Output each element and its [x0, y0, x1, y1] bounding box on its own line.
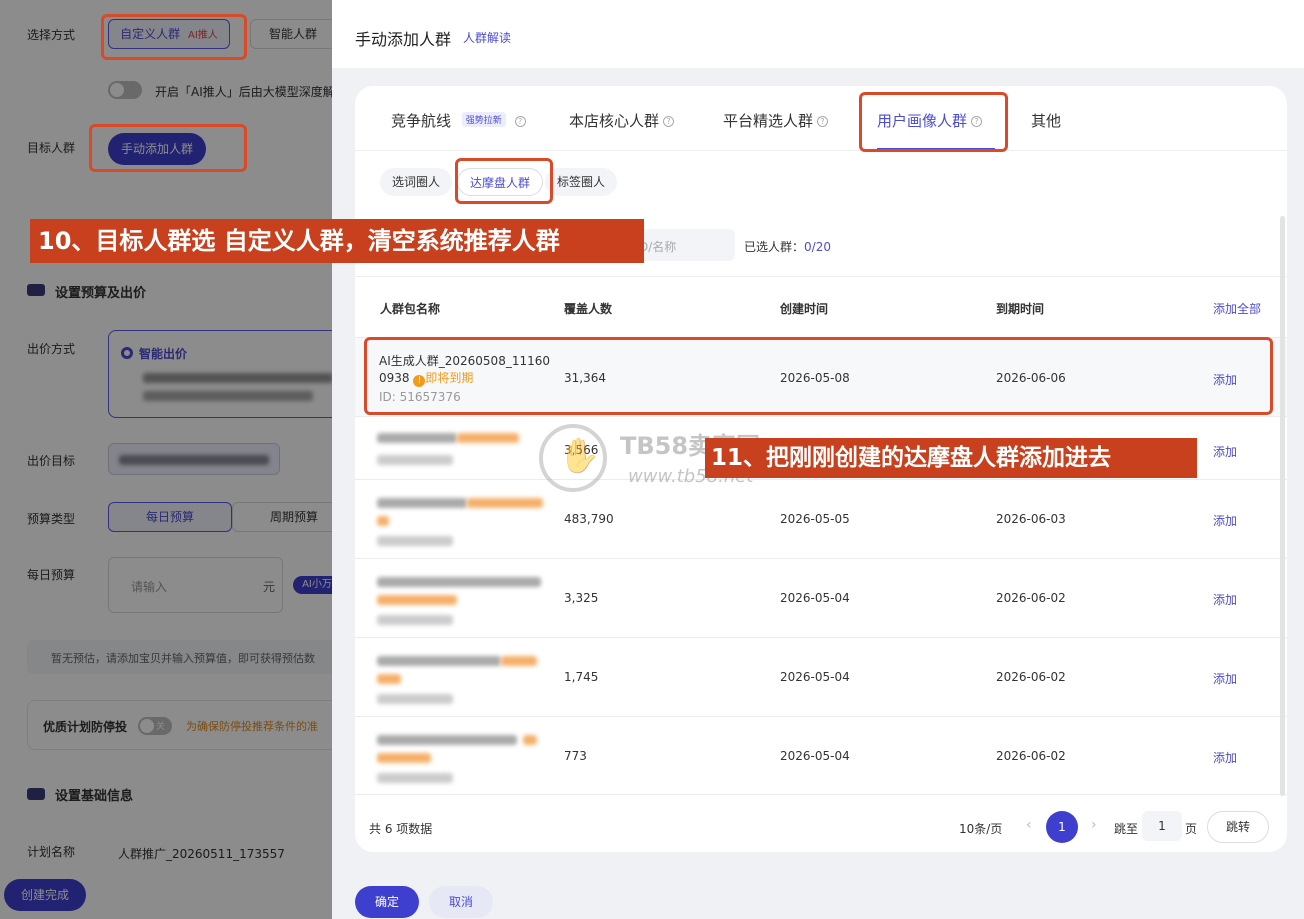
- blurred-id: [377, 615, 453, 625]
- search-placeholder: D/名称: [639, 240, 677, 254]
- highlight-damopan-subtab: [455, 158, 553, 204]
- confirm-button[interactable]: 确定: [355, 886, 419, 918]
- blurred-name: [377, 577, 541, 587]
- col-expire: 到期时间: [996, 302, 1045, 316]
- blurred-tag: [377, 753, 431, 763]
- scrollbar[interactable]: [1280, 216, 1285, 796]
- tab-divider: [355, 150, 1287, 151]
- table-row: 773 2026-05-04 2026-06-02 添加: [355, 716, 1287, 795]
- tab-store-core[interactable]: 本店核心人群?: [569, 110, 675, 131]
- watermark-logo: ✋: [539, 424, 607, 492]
- tab-other[interactable]: 其他: [1031, 110, 1061, 131]
- blurred-id: [377, 455, 453, 465]
- tab-platform-select[interactable]: 平台精选人群?: [723, 110, 829, 131]
- expire-date: 2026-06-02: [996, 670, 1066, 684]
- highlight-user-profile-tab: [859, 92, 1008, 152]
- page-size-select[interactable]: 10条/页: [959, 820, 1002, 837]
- help-icon: ?: [663, 116, 675, 127]
- add-button[interactable]: 添加: [1213, 512, 1237, 529]
- table-row: 1,745 2026-05-04 2026-06-02 添加: [355, 637, 1287, 716]
- tab-label: 平台精选人群: [723, 112, 814, 130]
- selected-label: 已选人群：: [744, 240, 805, 254]
- coverage-value: 483,790: [564, 512, 614, 526]
- goto-page-input[interactable]: 1: [1142, 811, 1182, 841]
- blurred-tag: [377, 516, 389, 526]
- jump-button[interactable]: 跳转: [1207, 811, 1269, 843]
- highlight-custom-crowd: [101, 14, 247, 60]
- drawer-title: 手动添加人群: [355, 30, 452, 49]
- help-icon: ?: [514, 116, 526, 127]
- blurred-tag: [457, 433, 519, 443]
- tab-competition[interactable]: 竞争航线 强势拉新 ?: [391, 110, 526, 131]
- hand-icon: ✋: [558, 436, 601, 476]
- created-date: 2026-05-05: [780, 512, 850, 526]
- tab-label: 其他: [1031, 112, 1062, 130]
- coverage-value: 3,325: [564, 591, 599, 605]
- add-button[interactable]: 添加: [1213, 749, 1237, 766]
- tab-badge: 强势拉新: [461, 112, 506, 127]
- blurred-tag: [523, 735, 537, 745]
- help-icon: ?: [817, 116, 829, 127]
- coverage-value: 1,745: [564, 670, 599, 684]
- created-date: 2026-05-04: [780, 591, 850, 605]
- goto-label: 跳至: [1114, 822, 1139, 836]
- prev-page-icon[interactable]: ‹: [1026, 817, 1032, 833]
- col-coverage: 覆盖人数: [564, 302, 613, 316]
- add-button[interactable]: 添加: [1213, 670, 1237, 687]
- col-created: 创建时间: [780, 302, 829, 316]
- blurred-tag: [377, 674, 401, 684]
- blurred-tag: [501, 656, 537, 666]
- tab-label: 竞争航线: [391, 112, 452, 130]
- subtab-tag[interactable]: 标签圈人: [545, 168, 618, 196]
- highlight-row-1: [364, 337, 1273, 415]
- step-10-banner: 10、目标人群选 自定义人群，清空系统推荐人群: [30, 219, 644, 263]
- add-button[interactable]: 添加: [1213, 591, 1237, 608]
- blurred-name: [377, 656, 501, 666]
- table-top-divider: [355, 276, 1287, 277]
- selected-count: 已选人群：0/20: [744, 238, 831, 255]
- highlight-manual-add: [89, 124, 247, 172]
- blurred-id: [377, 773, 453, 783]
- blurred-id: [377, 536, 453, 546]
- expire-date: 2026-06-03: [996, 512, 1066, 526]
- blurred-name: [377, 498, 467, 508]
- tab-label: 本店核心人群: [569, 112, 660, 130]
- drawer-header: 手动添加人群 人群解读: [332, 0, 1304, 68]
- expire-date: 2026-06-02: [996, 591, 1066, 605]
- table-row: 3,325 2026-05-04 2026-06-02 添加: [355, 558, 1287, 637]
- total-count: 共 6 项数据: [369, 822, 433, 836]
- next-page-icon[interactable]: ›: [1091, 817, 1097, 833]
- subtab-keyword[interactable]: 选词圈人: [380, 168, 453, 196]
- selected-value: 0/20: [804, 240, 831, 254]
- blurred-id: [377, 694, 453, 704]
- add-button[interactable]: 添加: [1213, 443, 1237, 460]
- expire-date: 2026-06-02: [996, 749, 1066, 763]
- blurred-tag: [377, 595, 457, 605]
- cancel-button[interactable]: 取消: [429, 886, 493, 918]
- col-crowd-name: 人群包名称: [380, 302, 441, 316]
- created-date: 2026-05-04: [780, 749, 850, 763]
- crowd-insight-link[interactable]: 人群解读: [463, 29, 511, 46]
- coverage-value: 773: [564, 749, 587, 763]
- page-unit: 页: [1185, 822, 1198, 836]
- add-all-link[interactable]: 添加全部: [1213, 300, 1261, 317]
- created-date: 2026-05-04: [780, 670, 850, 684]
- blurred-name: [377, 433, 457, 443]
- step-11-banner: 11、把刚刚创建的达摩盘人群添加进去: [705, 438, 1197, 478]
- table-row: 483,790 2026-05-05 2026-06-03 添加: [355, 479, 1287, 558]
- blurred-tag: [467, 498, 543, 508]
- blurred-name: [377, 735, 517, 745]
- page-1-button[interactable]: 1: [1046, 811, 1078, 843]
